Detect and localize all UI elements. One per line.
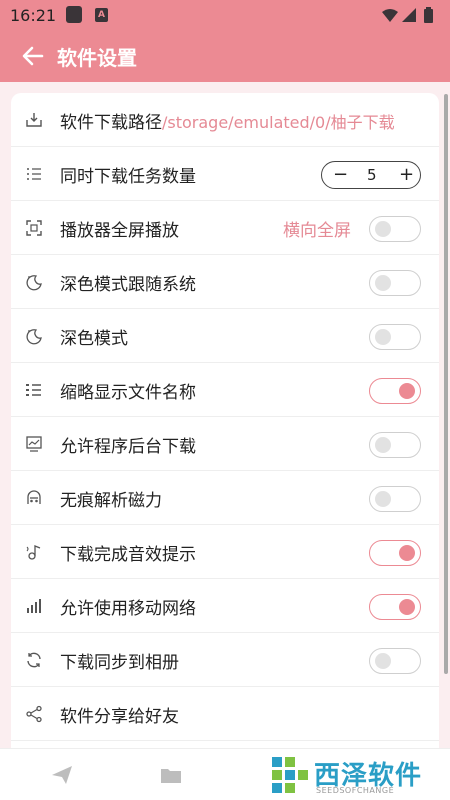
sync-icon bbox=[27, 652, 41, 668]
bottom-nav: 西泽软件 SEEDSOFCHANGE bbox=[0, 748, 450, 800]
task-count-stepper: − 5 + bbox=[321, 161, 421, 189]
setting-mobile-network-label: 允许使用移动网络 bbox=[60, 599, 196, 619]
setting-download-path[interactable]: 软件下载路径/storage/emulated/0/柚子下载 bbox=[11, 93, 439, 147]
setting-player-fullscreen-label: 播放器全屏播放 bbox=[60, 221, 179, 241]
dark-mode-toggle[interactable] bbox=[369, 324, 421, 350]
setting-concurrent-tasks: 同时下载任务数量 − 5 + bbox=[11, 147, 439, 201]
settings-content: 软件下载路径/storage/emulated/0/柚子下载 同时下载任务数量 … bbox=[0, 82, 450, 748]
setting-sync-album-label: 下载同步到相册 bbox=[60, 653, 179, 673]
toggle-knob bbox=[375, 221, 391, 237]
toggle-knob bbox=[375, 653, 391, 669]
status-bar: 16:21 A bbox=[0, 0, 450, 30]
task-count-value: 5 bbox=[367, 166, 377, 184]
setting-concurrent-tasks-label: 同时下载任务数量 bbox=[60, 167, 196, 187]
toggle-knob bbox=[375, 437, 391, 453]
setting-mobile-network: 允许使用移动网络 bbox=[11, 579, 439, 633]
folder-icon[interactable] bbox=[159, 763, 183, 787]
sync-album-toggle[interactable] bbox=[369, 648, 421, 674]
setting-download-path-label: 软件下载路径 bbox=[60, 113, 162, 133]
dark-follow-system-toggle[interactable] bbox=[369, 270, 421, 296]
setting-download-sound-label: 下载完成音效提示 bbox=[60, 545, 196, 565]
status-time: 16:21 bbox=[10, 6, 57, 25]
download-path-value: /storage/emulated/0/柚子下载 bbox=[162, 113, 395, 132]
moon-icon bbox=[26, 329, 42, 345]
share-icon bbox=[26, 705, 42, 723]
decrement-button[interactable]: − bbox=[333, 164, 348, 185]
incognito-magnet-toggle[interactable] bbox=[369, 486, 421, 512]
scrollbar[interactable] bbox=[444, 94, 448, 674]
background-download-toggle[interactable] bbox=[369, 432, 421, 458]
watermark-logo-icon bbox=[272, 757, 308, 793]
incognito-icon bbox=[27, 490, 41, 504]
toggle-knob bbox=[375, 275, 391, 291]
toggle-knob bbox=[399, 599, 415, 615]
setting-sync-album: 下载同步到相册 bbox=[11, 633, 439, 687]
notification-icon bbox=[66, 6, 82, 23]
setting-dark-mode-label: 深色模式 bbox=[60, 329, 128, 349]
monitor-chart-icon bbox=[26, 436, 42, 452]
mobile-network-toggle[interactable] bbox=[369, 594, 421, 620]
moon-icon bbox=[26, 275, 42, 291]
back-arrow-icon[interactable] bbox=[20, 43, 46, 69]
setting-dark-follow-system: 深色模式跟随系统 bbox=[11, 255, 439, 309]
app-bar: 软件设置 bbox=[0, 30, 450, 82]
settings-card: 软件下载路径/storage/emulated/0/柚子下载 同时下载任务数量 … bbox=[11, 93, 439, 748]
battery-icon bbox=[424, 7, 433, 23]
signal-icon bbox=[402, 8, 416, 22]
toggle-knob bbox=[375, 491, 391, 507]
fullscreen-mode-option[interactable]: 横向全屏 bbox=[283, 216, 351, 241]
toggle-knob bbox=[399, 545, 415, 561]
setting-dark-mode: 深色模式 bbox=[11, 309, 439, 363]
player-fullscreen-toggle[interactable] bbox=[369, 216, 421, 242]
watermark-subtext: SEEDSOFCHANGE bbox=[316, 786, 395, 795]
setting-abbrev-filename-label: 缩略显示文件名称 bbox=[60, 383, 196, 403]
toggle-knob bbox=[375, 329, 391, 345]
download-tray-icon bbox=[26, 113, 42, 127]
paper-plane-icon[interactable] bbox=[50, 763, 74, 787]
cellular-signal-icon bbox=[27, 599, 41, 613]
setting-background-download: 允许程序后台下载 bbox=[11, 417, 439, 471]
setting-player-fullscreen: 播放器全屏播放 横向全屏 bbox=[11, 201, 439, 255]
notification-a-icon: A bbox=[95, 8, 108, 22]
music-note-icon bbox=[26, 545, 41, 560]
setting-abbrev-filename: 缩略显示文件名称 bbox=[11, 363, 439, 417]
setting-incognito-magnet-label: 无痕解析磁力 bbox=[60, 491, 162, 511]
setting-incognito-magnet: 无痕解析磁力 bbox=[11, 471, 439, 525]
setting-download-sound: 下载完成音效提示 bbox=[11, 525, 439, 579]
setting-dark-follow-system-label: 深色模式跟随系统 bbox=[60, 275, 196, 295]
list-icon bbox=[27, 168, 41, 180]
status-indicators bbox=[380, 7, 440, 29]
setting-background-download-label: 允许程序后台下载 bbox=[60, 437, 196, 457]
download-sound-toggle[interactable] bbox=[369, 540, 421, 566]
setting-share[interactable]: 软件分享给好友 bbox=[11, 687, 439, 741]
page-title: 软件设置 bbox=[57, 46, 137, 70]
abbrev-filename-toggle[interactable] bbox=[369, 378, 421, 404]
toggle-knob bbox=[399, 383, 415, 399]
increment-button[interactable]: + bbox=[399, 164, 414, 185]
watermark: 西泽软件 SEEDSOFCHANGE bbox=[270, 755, 440, 797]
bulleted-list-icon bbox=[26, 384, 41, 396]
wifi-icon bbox=[382, 9, 398, 22]
setting-share-label: 软件分享给好友 bbox=[60, 707, 179, 727]
fullscreen-icon bbox=[26, 220, 42, 236]
